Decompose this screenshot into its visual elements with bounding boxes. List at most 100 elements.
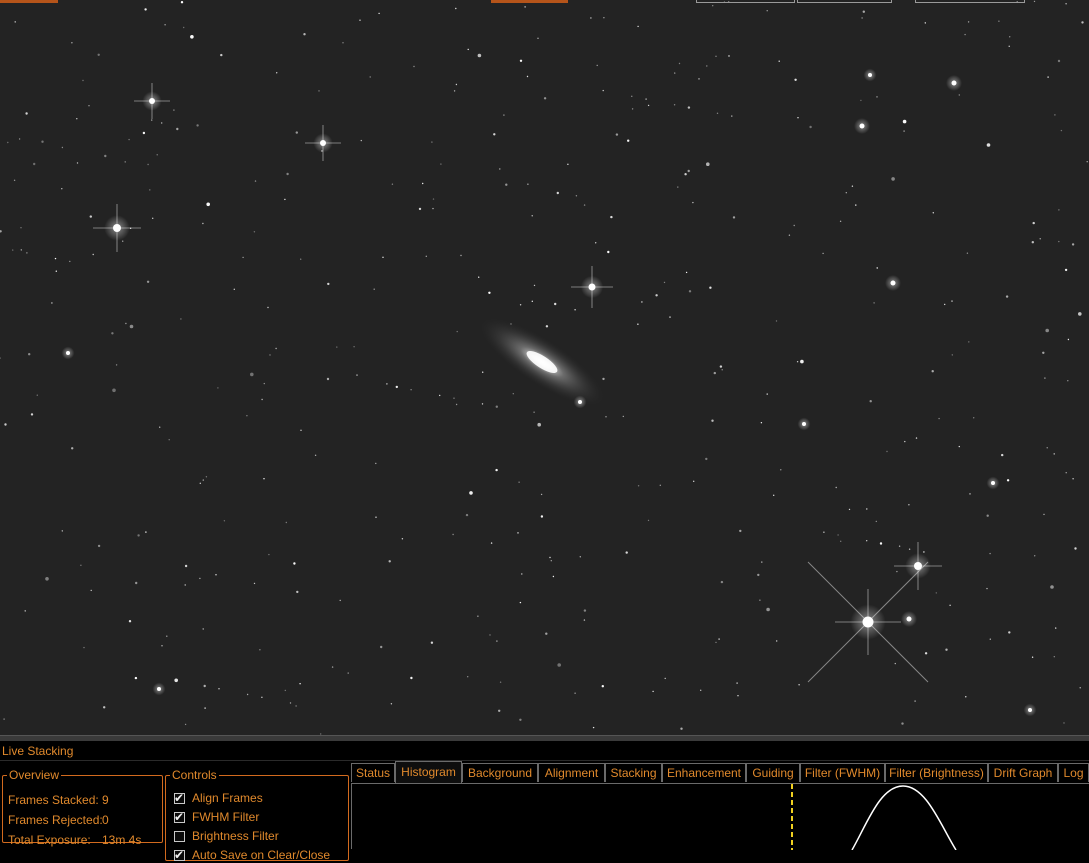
star [173,109,175,111]
fwhm-filter-checkbox[interactable]: ✔ [174,810,185,824]
star [637,323,639,325]
star [353,346,355,348]
frames-rejected-row: Frames Rejected: 0 [8,813,109,827]
star [336,346,338,348]
star [908,548,911,550]
star [90,589,92,592]
star [894,662,896,665]
star [605,416,607,418]
star [1005,295,1009,298]
star [147,163,149,166]
tab-histogram[interactable]: Histogram [395,761,462,784]
star [469,491,473,495]
star [958,94,960,96]
tab-filter-brightness[interactable]: Filter (Brightness) [885,763,988,782]
star [89,215,93,218]
star [583,204,586,206]
star [944,303,946,306]
tab-enhancement[interactable]: Enhancement [662,763,746,782]
star [945,648,948,651]
star [61,530,63,532]
star [149,189,151,191]
star [453,397,455,399]
bright-star [66,351,70,355]
align-frames-checkbox[interactable]: ✔ [174,791,185,805]
star [1006,479,1010,482]
star [1067,338,1070,341]
star [112,388,116,393]
star [966,252,969,254]
star [499,681,502,683]
tab-alignment[interactable]: Alignment [538,763,605,782]
tab-background[interactable]: Background [462,763,538,782]
star [199,482,201,484]
tab-drift-graph[interactable]: Drift Graph [988,763,1058,782]
tab-status[interactable]: Status [351,763,395,782]
brightness-filter-control[interactable]: Brightness Filter [174,828,279,844]
star [296,590,299,594]
star [92,253,94,256]
align-frames-label: Align Frames [192,791,263,805]
star [180,318,182,320]
auto-save-checkbox[interactable]: ✔ [174,848,185,862]
star [20,227,22,229]
star [33,162,36,166]
star [1032,221,1035,225]
star [732,216,736,219]
star [4,423,7,426]
star [71,447,74,450]
star [88,105,90,107]
star [145,531,147,533]
star [503,114,505,116]
star [641,301,643,303]
bright-star [991,481,995,485]
align-frames-control[interactable]: ✔ Align Frames [174,790,263,806]
star [575,195,578,197]
brightness-filter-label: Brightness Filter [192,829,279,843]
star [958,445,960,448]
star [903,130,905,132]
star [876,267,878,269]
star [493,133,496,136]
star [161,645,163,647]
star [1063,722,1065,724]
star [869,400,872,403]
controls-group: Controls ✔ Align Frames ✔ FWHM Filter Br… [165,769,349,863]
star [97,53,100,56]
star [103,706,106,709]
star [1064,268,1068,272]
star [168,439,170,441]
star [386,383,388,385]
star [327,282,330,286]
top-frame-marker [797,0,892,3]
tab-guiding[interactable]: Guiding [746,763,800,782]
star [583,619,586,621]
tab-stacking[interactable]: Stacking [605,763,662,782]
star [627,139,630,142]
star [467,676,469,678]
star [410,389,412,391]
auto-save-control[interactable]: ✔ Auto Save on Clear/Close [174,847,330,863]
star [631,95,633,98]
star [519,59,523,62]
star [687,169,690,173]
star [440,163,442,165]
star [851,185,854,187]
star [645,98,647,100]
brightness-filter-checkbox[interactable] [174,830,185,842]
star [602,377,605,381]
star [80,564,82,566]
bright-star [1028,708,1032,712]
star [677,186,679,188]
tab-log[interactable]: Log [1058,763,1089,782]
star [531,215,533,217]
star [924,652,928,655]
fwhm-filter-control[interactable]: ✔ FWHM Filter [174,809,259,825]
star [261,696,263,698]
stacked-image-viewer[interactable] [0,0,1089,735]
star [7,141,9,144]
star [498,709,501,712]
tab-filter-fwhm[interactable]: Filter (FWHM) [800,763,885,782]
star [202,222,204,225]
star [276,72,278,74]
